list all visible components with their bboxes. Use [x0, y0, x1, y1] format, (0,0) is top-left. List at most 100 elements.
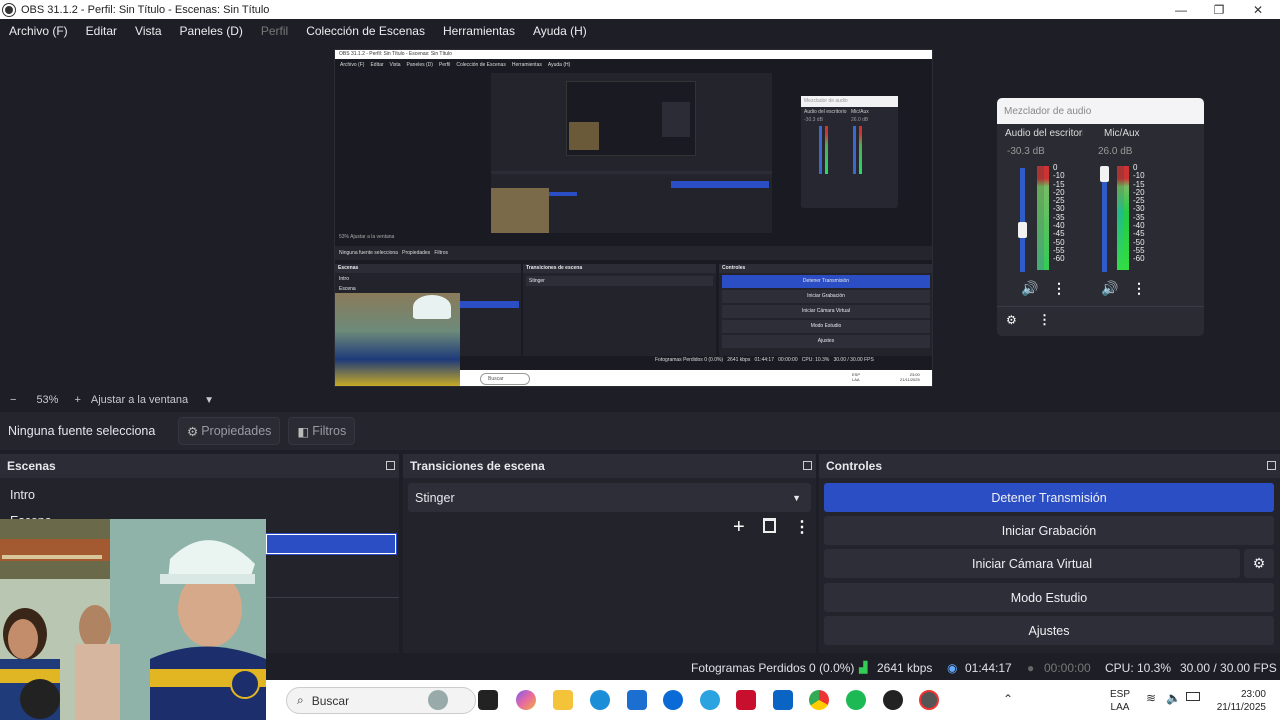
mixer-title: Mezclador de audio [997, 98, 1204, 124]
undock-icon[interactable] [386, 461, 395, 470]
stream-time: 01:44:17 [965, 661, 1012, 675]
title-bar: OBS 31.1.2 - Perfil: Sin Título - Escena… [0, 0, 1280, 19]
file-explorer-icon[interactable] [553, 690, 573, 710]
obs-logo-icon [3, 3, 15, 16]
nested-mixer-desk-db: -30.3 dB [804, 117, 823, 123]
scene-item-intro[interactable]: Intro [0, 482, 399, 508]
add-transition-icon[interactable]: + [733, 516, 745, 539]
record-time: 00:00:00 [1044, 661, 1091, 675]
store-icon[interactable] [627, 690, 647, 710]
task-view-icon[interactable] [478, 690, 498, 710]
outlook-icon[interactable] [773, 690, 793, 710]
zoom-in-button[interactable]: + [74, 394, 80, 406]
widgets-icon[interactable] [428, 690, 448, 710]
start-virtual-camera-button[interactable]: Iniciar Cámara Virtual [824, 549, 1240, 578]
nested-source-bar: Ninguna fuente selecciona Propiedades Fi… [335, 246, 932, 260]
studio-mode-button[interactable]: Modo Estudio [824, 583, 1274, 612]
controls-header: Controles [819, 454, 1280, 478]
mixer-menu-icon[interactable]: ⋮ [1038, 312, 1051, 328]
taskbar-search-label: Buscar [311, 693, 350, 708]
menu-file[interactable]: Archivo (F) [0, 24, 77, 38]
nested-studio: Modo Estudio [722, 320, 930, 333]
chrome-icon[interactable] [809, 690, 829, 710]
cpu-usage: CPU: 10.3% [1105, 661, 1172, 675]
start-recording-button[interactable]: Iniciar Grabación [824, 516, 1274, 545]
scale-tick: -60 [1133, 254, 1145, 264]
zoom-level: 53% [36, 394, 59, 406]
mic-mute-icon[interactable]: 🔊 [1101, 280, 1118, 297]
nested-deeper-capture [491, 73, 772, 233]
nested-scene-escena: Escena [339, 286, 356, 292]
mcafee-icon[interactable] [736, 690, 756, 710]
language-indicator[interactable]: ESP LAA [1110, 688, 1130, 714]
copilot-icon[interactable] [516, 690, 536, 710]
edge-icon[interactable] [590, 690, 610, 710]
nested-filters: Filtros [434, 250, 448, 256]
nested-menu-item: Colección de Escenas [456, 62, 506, 68]
stop-stream-button[interactable]: Detener Transmisión [824, 483, 1274, 512]
desktop-fader-track[interactable] [1020, 168, 1025, 272]
desktop-fader-handle[interactable] [1018, 222, 1027, 238]
undock-icon[interactable] [1267, 461, 1276, 470]
spotify-icon[interactable] [846, 690, 866, 710]
hp-icon[interactable] [663, 690, 683, 710]
properties-button[interactable]: ⚙ Propiedades [178, 417, 281, 445]
deep-scene-highlight [549, 192, 577, 196]
properties-label: Propiedades [201, 424, 272, 438]
transition-menu-icon[interactable]: ⋮ [794, 517, 810, 537]
mic-fader-handle[interactable] [1100, 166, 1109, 182]
obs-taskbar-icon[interactable] [883, 690, 903, 710]
minimize-button[interactable]: — [1161, 0, 1201, 19]
nested-start-rec: Iniciar Grabación [722, 290, 930, 303]
desktop-mute-icon[interactable]: 🔊 [1021, 280, 1038, 297]
menu-edit[interactable]: Editar [77, 24, 126, 38]
trash-icon[interactable] [763, 518, 776, 533]
desktop-menu-icon[interactable]: ⋮ [1052, 280, 1066, 297]
controls-title: Controles [826, 459, 883, 473]
mixer-mic-name: Mic/Aux [1104, 128, 1140, 139]
zoom-dropdown-chevron-icon[interactable]: ▼ [204, 395, 214, 406]
undock-icon[interactable] [803, 461, 812, 470]
webcam-overlay [0, 519, 266, 720]
wifi-icon[interactable]: ≋ [1146, 691, 1156, 705]
menu-profile[interactable]: Perfil [252, 24, 297, 38]
menu-bar: Archivo (F) Editar Vista Paneles (D) Per… [0, 19, 1280, 43]
nested-layout: LAA [852, 377, 860, 382]
zoom-fit-select[interactable]: Ajustar a la ventana [91, 394, 188, 406]
mixer-advanced-icon[interactable]: ⚙ [1006, 313, 1017, 327]
menu-view[interactable]: Vista [126, 24, 170, 38]
battery-icon[interactable] [1186, 692, 1200, 701]
mic-meter [1117, 166, 1124, 270]
zoom-out-button[interactable]: − [10, 394, 16, 406]
filters-button[interactable]: ◧ Filtros [288, 417, 356, 445]
chrome-profile-icon[interactable] [919, 690, 939, 710]
deep-webcam [491, 188, 549, 233]
menu-help[interactable]: Ayuda (H) [524, 24, 596, 38]
tray-chevron-up-icon[interactable]: ⌃ [1003, 692, 1013, 706]
mic-menu-icon[interactable]: ⋮ [1132, 280, 1146, 297]
nested-status-rec-time: 00:00:00 [778, 357, 798, 363]
virtual-camera-settings-icon[interactable]: ⚙ [1244, 549, 1274, 578]
maximize-button[interactable]: ❐ [1199, 0, 1239, 19]
nested-status-dropped: Fotogramas Perdidos 0 (0.0%) [655, 357, 724, 363]
nested-menu-item: Herramientas [511, 62, 542, 68]
volume-icon[interactable]: 🔈 [1166, 691, 1181, 705]
menu-tools[interactable]: Herramientas [434, 24, 524, 38]
transition-select[interactable]: Stinger ▼ [408, 483, 811, 512]
menu-scene-collection[interactable]: Colección de Escenas [297, 24, 434, 38]
scene-item-selected[interactable] [265, 533, 397, 555]
mic-meter-right [1124, 166, 1129, 270]
desktop-meter-right [1044, 166, 1049, 270]
weather-icon[interactable] [700, 690, 720, 710]
clock-time: 23:00 [1240, 689, 1266, 700]
nested-stinger: Stinger [526, 276, 713, 286]
nested-menu-item: Ayuda (H) [547, 62, 571, 68]
search-icon: ⌕ [297, 693, 304, 707]
settings-button[interactable]: Ajustes [824, 616, 1274, 645]
taskbar-clock[interactable]: 23:00 21/11/2025 [1208, 688, 1266, 714]
nested-zoom-bar: 53% Ajustar a la ventana [339, 234, 394, 240]
mic-fader-track[interactable] [1102, 168, 1107, 272]
dropped-frames: Fotogramas Perdidos 0 (0.0%) [691, 661, 855, 675]
close-button[interactable]: ✕ [1238, 0, 1278, 19]
menu-docks[interactable]: Paneles (D) [171, 24, 252, 38]
